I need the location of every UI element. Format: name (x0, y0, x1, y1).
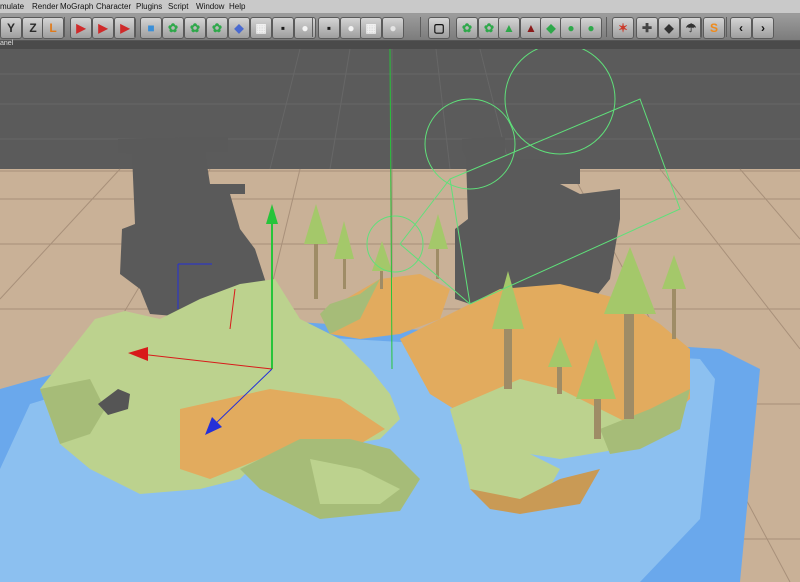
toolbar-separator (726, 17, 727, 37)
light-bulb-icon: ● (347, 21, 355, 35)
array-icon: ✿ (189, 21, 201, 35)
camera-icon: ▪ (280, 21, 286, 35)
menu-render[interactable]: Render (32, 0, 58, 13)
hair-icon: ● (567, 21, 575, 35)
sky-camera-icon: ▪ (326, 21, 332, 35)
toolbar-separator (312, 17, 313, 37)
sketch-toon-icon: ☂ (685, 21, 697, 35)
menu-help[interactable]: Help (229, 0, 245, 13)
menu-character[interactable]: Character (96, 0, 131, 13)
panel-label: anel (0, 40, 14, 47)
subdivision-button[interactable]: ✿ (162, 17, 184, 39)
render-view-icon: ▶ (76, 21, 86, 35)
toolbar-separator (420, 17, 421, 37)
cube-primitive-button[interactable]: ■ (140, 17, 162, 39)
cluster-icon: ● (587, 21, 595, 35)
mograph-tools-icon: ◆ (546, 21, 556, 35)
sky-camera-button[interactable]: ▪ (318, 17, 340, 39)
render-picture-viewer-icon: ▶ (98, 21, 108, 35)
menu-script[interactable]: Script (168, 0, 188, 13)
render-settings-button[interactable]: ▶ (114, 17, 136, 39)
menu-simulate[interactable]: mulate (0, 0, 24, 13)
display-mode-button[interactable]: ▢ (428, 17, 450, 39)
workplane-button[interactable]: ✚ (636, 17, 658, 39)
environment-button[interactable]: ▦ (360, 17, 382, 39)
pyramid-icon: ▲ (525, 21, 537, 35)
array-button[interactable]: ✿ (184, 17, 206, 39)
pyramid-button[interactable]: ▲ (520, 17, 542, 39)
floor-button[interactable]: ▦ (250, 17, 272, 39)
mograph-effector-button[interactable]: ✿ (478, 17, 500, 39)
scene-canvas[interactable] (0, 49, 800, 582)
cloner-button[interactable]: ✿ (206, 17, 228, 39)
viewport-header: anel (0, 40, 800, 49)
mograph-tools-button[interactable]: ◆ (540, 17, 562, 39)
xpresso-icon: ✿ (461, 21, 473, 35)
object-coordinates-icon: L (49, 21, 57, 35)
axis-y-icon: Y (6, 21, 15, 35)
object-coordinates-button[interactable]: L (42, 17, 64, 39)
axis-z-button[interactable]: Z (22, 17, 44, 39)
fracture-button[interactable]: ▲ (498, 17, 520, 39)
plugin-s-button[interactable]: S (703, 17, 725, 39)
floor-icon: ▦ (255, 21, 267, 35)
sphere-icon: ● (389, 21, 397, 35)
forward-arrow-button[interactable]: › (752, 17, 774, 39)
xpresso-button[interactable]: ✿ (456, 17, 478, 39)
snap-icon: ✶ (617, 21, 629, 35)
quantize-icon: ◆ (664, 21, 674, 35)
toolbar-separator (700, 17, 701, 37)
axis-z-icon: Z (29, 21, 37, 35)
snap-button[interactable]: ✶ (612, 17, 634, 39)
toolbar-separator (606, 17, 607, 37)
main-toolbar: Y Z L ▶ ▶ ▶ ■ ✿ ✿ ✿ ◆ ▦ ▪ ● ▪ ● ▦ ● ▢ ✿ ✿ ▲ ▲ ◆ ● ● ✶ ✚ ◆ ☂ S ‹ › (0, 14, 800, 41)
render-settings-icon: ▶ (120, 21, 130, 35)
cluster-button[interactable]: ● (580, 17, 602, 39)
perspective-viewport[interactable] (0, 49, 800, 582)
plugin-s-icon: S (709, 21, 718, 35)
sketch-toon-button[interactable]: ☂ (680, 17, 702, 39)
display-mode-icon: ▢ (433, 21, 445, 35)
quantize-button[interactable]: ◆ (658, 17, 680, 39)
menu-bar: mulate Render MoGraph Character Plugins … (0, 0, 800, 14)
sphere-button[interactable]: ● (382, 17, 404, 39)
back-arrow-icon: ‹ (739, 21, 743, 35)
menu-window[interactable]: Window (196, 0, 224, 13)
cube-primitive-icon: ■ (147, 21, 155, 35)
render-view-button[interactable]: ▶ (70, 17, 92, 39)
render-picture-viewer-button[interactable]: ▶ (92, 17, 114, 39)
axis-y-button[interactable]: Y (0, 17, 22, 39)
back-arrow-button[interactable]: ‹ (730, 17, 752, 39)
deformer-icon: ◆ (234, 21, 244, 35)
mograph-effector-icon: ✿ (483, 21, 495, 35)
subdivision-icon: ✿ (167, 21, 179, 35)
light-bulb-button[interactable]: ● (340, 17, 362, 39)
toolbar-separator (64, 17, 65, 37)
deformer-button[interactable]: ◆ (228, 17, 250, 39)
hair-button[interactable]: ● (560, 17, 582, 39)
cloner-icon: ✿ (211, 21, 223, 35)
fracture-icon: ▲ (503, 21, 515, 35)
menu-plugins[interactable]: Plugins (136, 0, 162, 13)
workplane-icon: ✚ (641, 21, 653, 35)
environment-icon: ▦ (365, 21, 377, 35)
toolbar-separator (134, 17, 135, 37)
menu-mograph[interactable]: MoGraph (60, 0, 93, 13)
forward-arrow-icon: › (761, 21, 765, 35)
camera-button[interactable]: ▪ (272, 17, 294, 39)
